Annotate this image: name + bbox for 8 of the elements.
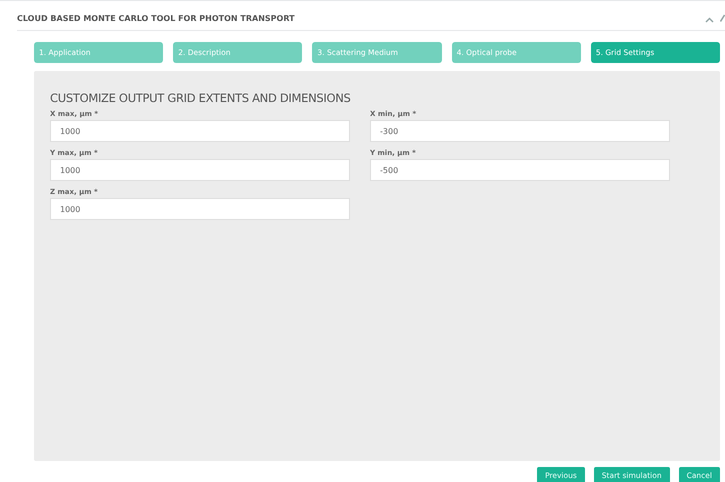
input-field[interactable]: 1000 [50,120,350,142]
form-heading: CUSTOMIZE OUTPUT GRID EXTENTS AND DIMENSIONS [50,91,352,105]
input-field[interactable]: -500 [370,159,670,181]
input-field[interactable]: -300 [370,120,670,142]
input-field[interactable]: 1000 [50,198,350,220]
input-field[interactable]: 1000 [50,159,350,181]
panel-title: CLOUD BASED MONTE CARLO TOOL FOR PHOTON TRANSPORT [17,14,296,22]
chevron-up-icon[interactable] [705,16,714,22]
